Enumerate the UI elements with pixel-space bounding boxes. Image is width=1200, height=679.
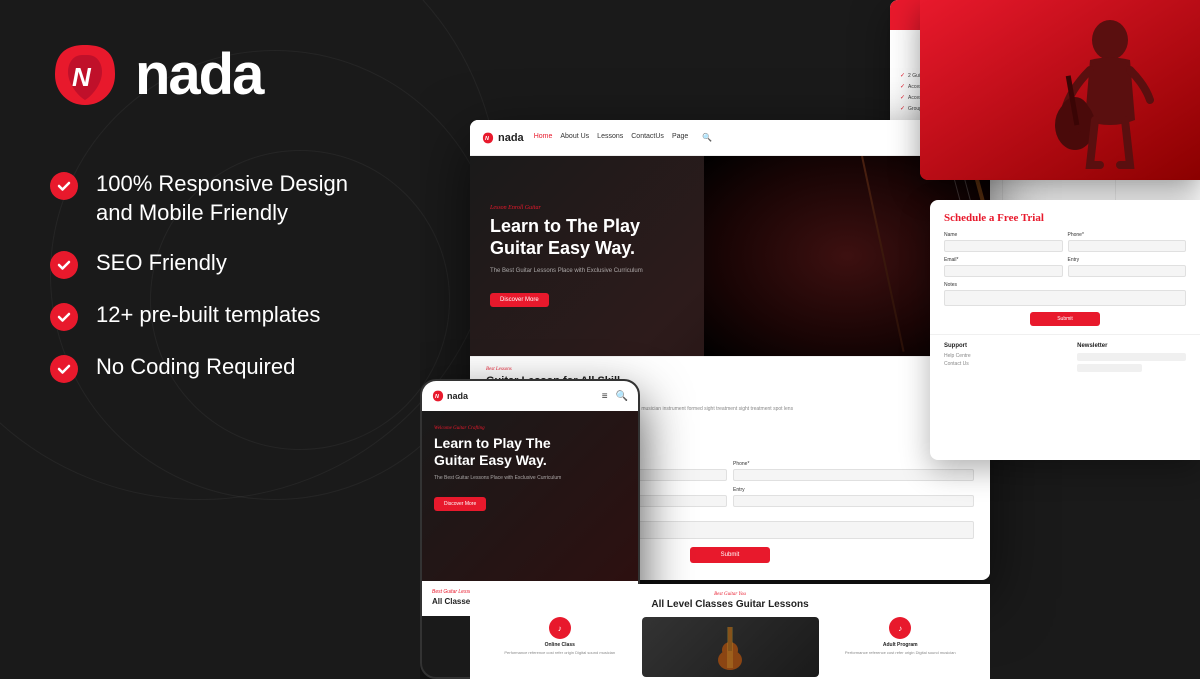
nav-about[interactable]: About Us (560, 133, 589, 142)
mobile-nav: N nada ≡ 🔍 (422, 381, 638, 411)
sc-class-guitar-img (642, 617, 819, 677)
sc-input-entry[interactable] (733, 495, 974, 507)
logo-icon: N (50, 40, 120, 110)
support-col: Support Help Centre Contact Us (944, 343, 1053, 374)
check-icon-no-coding (50, 355, 78, 383)
svg-text:N: N (485, 136, 489, 142)
sc-class-online-icon: ♪ (549, 617, 571, 639)
screenshot-schedule-right: Schedule a Free Trial Name Phone* Email*… (930, 200, 1200, 460)
sc-logo-text: nada (498, 132, 524, 144)
sc-sched-right-grid: Name Phone* Email* Entry (944, 232, 1186, 277)
mobile-cta-btn[interactable]: Discover More (434, 497, 486, 511)
feature-item-responsive: 100% Responsive Designand Mobile Friendl… (50, 170, 410, 227)
sr-input-email[interactable] (944, 265, 1063, 277)
sc-hero-content: Lesson Enroll Guitar Learn to The PlayGu… (470, 185, 782, 327)
check-icon-responsive (50, 172, 78, 200)
sr-field-phone: Phone* (1068, 232, 1187, 252)
sr-input-notes[interactable] (944, 290, 1186, 306)
newsletter-item-2 (1077, 364, 1142, 372)
sr-input-phone[interactable] (1068, 240, 1187, 252)
feature-item-seo: SEO Friendly (50, 249, 410, 279)
sc-search-icon[interactable]: 🔍 (702, 133, 712, 142)
sc-class-adult: ♪ Adult Program Performance reference co… (827, 617, 975, 677)
mobile-hero: Welcome Guitar Crafting Learn to Play Th… (422, 411, 638, 581)
sr-field-notes: Notes (944, 282, 1186, 306)
features-list: 100% Responsive Designand Mobile Friendl… (50, 170, 410, 405)
guitar-body (861, 156, 905, 352)
sc-class-adult-icon: ♪ (889, 617, 911, 639)
hamburger-icon[interactable]: ≡ (602, 391, 608, 402)
sc-class-adult-desc: Performance reference cost refer origin … (827, 650, 975, 655)
svg-text:N: N (435, 394, 439, 400)
sr-field-entry: Entry (1068, 257, 1187, 277)
svg-text:N: N (72, 62, 92, 92)
sc-classes-header: Best Guitar You All Level Classes Guitar… (470, 584, 990, 617)
support-item-2[interactable]: Contact Us (944, 361, 1053, 367)
logo-text: nada (135, 46, 262, 104)
sc-hero-tag: Lesson Enroll Guitar (490, 205, 762, 211)
guitar-player-svg (920, 0, 1200, 180)
nav-home[interactable]: Home (534, 133, 553, 142)
newsletter-col: Newsletter (1077, 343, 1186, 374)
screenshot-classes: Best Guitar You All Level Classes Guitar… (470, 584, 990, 679)
left-panel: N nada 100% Responsive Designand Mobile … (0, 0, 460, 679)
sc-sched-right-title: Schedule a Free Trial (944, 212, 1186, 224)
sc-nav-links: Home About Us Lessons ContactUs Page 🔍 (534, 133, 713, 142)
feature-text-no-coding: No Coding Required (96, 353, 295, 382)
sc-input-phone[interactable] (733, 469, 974, 481)
sc-class-online-name: Online Class (486, 642, 634, 648)
sc-class-online: ♪ Online Class Performance reference cos… (486, 617, 634, 677)
mobile-hero-title: Learn to Play TheGuitar Easy Way. (434, 435, 626, 469)
nav-page[interactable]: Page (672, 133, 688, 142)
support-item-1[interactable]: Help Centre (944, 353, 1053, 359)
feature-text-seo: SEO Friendly (96, 249, 227, 278)
sc-field-phone: Phone* (733, 461, 974, 481)
support-title: Support (944, 343, 1053, 349)
sc-hero: Lesson Enroll Guitar Learn to The PlayGu… (470, 156, 990, 356)
guitar-thumbnail (642, 617, 819, 677)
guitar-icon (710, 622, 750, 672)
feature-item-templates: 12+ pre-built templates (50, 301, 410, 331)
mobile-search-icon[interactable]: 🔍 (616, 391, 628, 402)
sc-navbar: N nada Home About Us Lessons ContactUs P… (470, 120, 990, 156)
nav-lessons[interactable]: Lessons (597, 133, 623, 142)
newsletter-item-1 (1077, 353, 1186, 361)
right-panel: BASIC $ 99 99 ✓2 Guitar Discussions ✓Acc… (420, 0, 1200, 679)
mobile-logo-text: nada (447, 391, 468, 401)
check-icon-templates (50, 303, 78, 331)
sc-sched-right-header: Schedule a Free Trial Name Phone* Email*… (930, 200, 1200, 334)
guitar-player-image (920, 0, 1200, 180)
feature-text-responsive: 100% Responsive Designand Mobile Friendl… (96, 170, 348, 227)
sc-lessons-tag: Best Lessons (486, 367, 974, 372)
sc-classes-tag: Best Guitar You (486, 592, 974, 597)
feature-text-templates: 12+ pre-built templates (96, 301, 320, 330)
sr-input-entry[interactable] (1068, 265, 1187, 277)
mobile-logo: N nada (432, 390, 468, 402)
sc-field-entry: Entry (733, 487, 974, 507)
sc-hero-title: Learn to The PlayGuitar Easy Way. (490, 216, 762, 259)
sc-class-online-desc: Performance reference cost refer origin … (486, 650, 634, 655)
sc-hero-cta-btn[interactable]: Discover More (490, 293, 549, 307)
sc-hero-subtitle: The Best Guitar Lessons Place with Exclu… (490, 267, 762, 275)
sc-classes-grid: ♪ Online Class Performance reference cos… (470, 617, 990, 679)
sc-sched-support: Support Help Centre Contact Us Newslette… (930, 334, 1200, 382)
sc-nav-logo: N nada (482, 132, 524, 144)
mobile-logo-icon: N (432, 390, 444, 402)
feature-item-no-coding: No Coding Required (50, 353, 410, 383)
mobile-hero-tag: Welcome Guitar Crafting (434, 426, 626, 431)
sr-field-name: Name (944, 232, 1063, 252)
logo-area: N nada (50, 40, 410, 110)
nav-contact[interactable]: ContactUs (631, 133, 664, 142)
sc-logo-icon: N (482, 132, 494, 144)
check-icon-seo (50, 251, 78, 279)
sc-submit-btn[interactable]: Submit (690, 547, 770, 563)
sr-input-name[interactable] (944, 240, 1063, 252)
newsletter-title: Newsletter (1077, 343, 1186, 349)
sc-class-adult-name: Adult Program (827, 642, 975, 648)
mobile-hero-subtitle: The Best Guitar Lessons Place with Exclu… (434, 475, 626, 482)
sc-classes-title: All Level Classes Guitar Lessons (486, 599, 974, 610)
sr-submit-btn[interactable]: Submit (1030, 312, 1100, 326)
sr-field-email: Email* (944, 257, 1063, 277)
